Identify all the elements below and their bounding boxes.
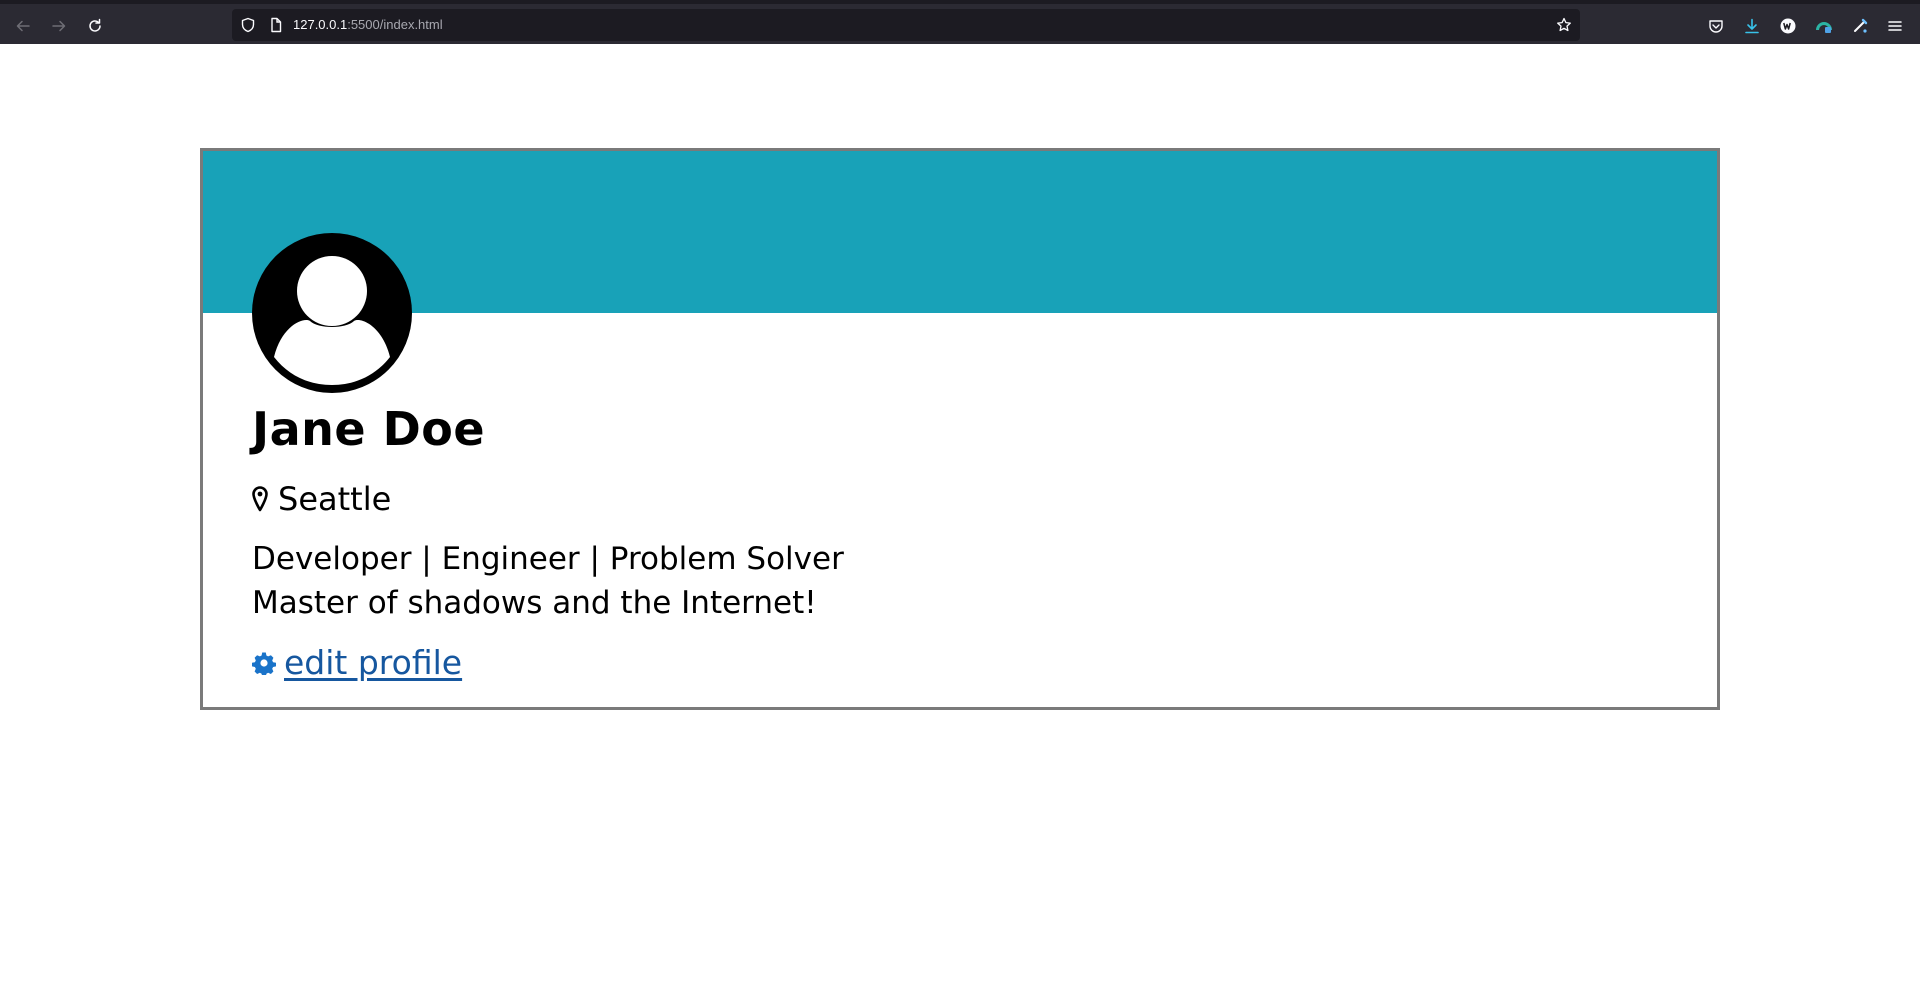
url-path: :5500/index.html <box>347 17 443 32</box>
downloads-button[interactable] <box>1742 16 1762 36</box>
pocket-button[interactable] <box>1706 16 1726 36</box>
pocket-icon <box>1709 20 1723 33</box>
browser-toolbar: 127.0.0.1:5500/index.html <box>0 0 1920 44</box>
profile-card: Jane Doe Seattle Developer | Engineer | … <box>200 148 1720 710</box>
extension-gauge-button[interactable] <box>1814 16 1834 36</box>
extension-w-icon <box>1780 18 1796 34</box>
profile-banner <box>203 151 1717 313</box>
page-icon[interactable] <box>268 17 284 33</box>
profile-name: Jane Doe <box>252 402 486 456</box>
map-pin-icon <box>252 486 268 512</box>
gear-icon[interactable] <box>252 651 276 675</box>
hamburger-menu-icon <box>1888 21 1902 31</box>
arrow-right-icon <box>52 20 66 32</box>
forward-button[interactable] <box>45 12 73 40</box>
menu-button[interactable] <box>1885 16 1905 36</box>
extension-brush-button[interactable] <box>1850 16 1870 36</box>
url-text[interactable]: 127.0.0.1:5500/index.html <box>293 17 443 33</box>
arrow-left-icon <box>16 20 30 32</box>
brush-icon <box>1854 18 1868 33</box>
extension-gauge-icon <box>1816 22 1832 33</box>
location-text: Seattle <box>278 480 392 518</box>
reload-icon <box>89 18 101 32</box>
location-row: Seattle <box>252 477 391 521</box>
bio-line-2: Master of shadows and the Internet! <box>252 585 817 621</box>
extension-w-button[interactable] <box>1778 16 1798 36</box>
download-icon <box>1745 18 1759 34</box>
address-bar[interactable]: 127.0.0.1:5500/index.html <box>232 9 1580 41</box>
edit-profile-link[interactable]: edit profile <box>284 642 462 684</box>
reload-button[interactable] <box>81 12 109 40</box>
back-button[interactable] <box>9 12 37 40</box>
profile-bio: Developer | Engineer | Problem Solver Ma… <box>252 537 844 625</box>
bio-line-1: Developer | Engineer | Problem Solver <box>252 541 844 577</box>
edit-profile-row[interactable]: edit profile <box>252 641 462 685</box>
url-host: 127.0.0.1 <box>293 17 348 32</box>
bookmark-star-icon[interactable] <box>1556 17 1572 33</box>
avatar-user-icon <box>252 233 412 393</box>
shield-icon[interactable] <box>240 17 256 33</box>
